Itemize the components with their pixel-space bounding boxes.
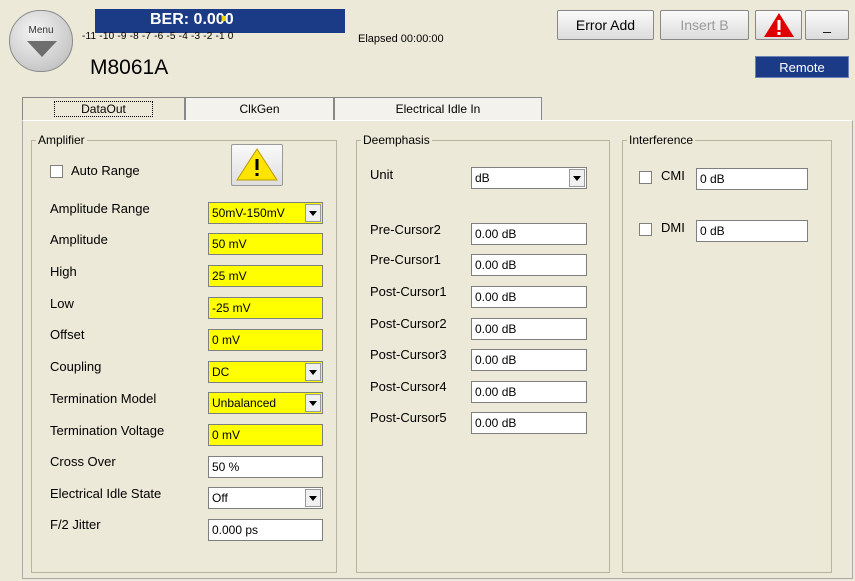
chevron-down-icon [305, 394, 321, 412]
pre-cursor1-label: Pre-Cursor1 [370, 252, 441, 267]
interference-group: Interference [622, 133, 832, 573]
post-cursor5-input[interactable]: 0.00 dB [471, 412, 587, 434]
warning-button[interactable] [231, 144, 283, 186]
pre-cursor2-input[interactable]: 0.00 dB [471, 223, 587, 245]
unit-label: Unit [370, 167, 394, 182]
post-cursor5-label: Post-Cursor5 [370, 410, 447, 425]
chevron-down-icon [305, 363, 321, 381]
insert-b-button[interactable]: Insert B [660, 10, 749, 40]
auto-range-label: Auto Range [71, 163, 140, 178]
electrical-idle-state-select[interactable]: Off [208, 487, 323, 509]
unit-value: dB [475, 171, 490, 185]
menu-button[interactable]: Menu [9, 10, 73, 72]
termination-voltage-input[interactable]: 0 mV [208, 424, 323, 446]
remote-status: Remote [755, 56, 849, 78]
amplitude-range-value: 50mV-150mV [212, 206, 285, 220]
elapsed-time: Elapsed 00:00:00 [358, 33, 444, 45]
termination-model-select[interactable]: Unbalanced [208, 392, 323, 414]
offset-input[interactable]: 0 mV [208, 329, 323, 351]
top-bar: Menu BER: 0.000 -11 -10 -9 -8 -7 -6 -5 -… [0, 0, 855, 92]
cmi-checkbox[interactable] [639, 171, 652, 184]
electrical-idle-state-value: Off [212, 491, 228, 505]
tab-dataout[interactable]: DataOut [22, 97, 185, 122]
post-cursor4-input[interactable]: 0.00 dB [471, 381, 587, 403]
tab-dataout-label: DataOut [54, 101, 153, 117]
amplitude-label: Amplitude [50, 232, 108, 247]
chevron-down-icon [305, 204, 321, 222]
amplifier-legend: Amplifier [38, 133, 85, 147]
high-input[interactable]: 25 mV [208, 265, 323, 287]
deemphasis-legend: Deemphasis [363, 133, 430, 147]
menu-arrow-icon [27, 41, 57, 57]
tab-clkgen[interactable]: ClkGen [185, 97, 334, 121]
chevron-down-icon [569, 169, 585, 187]
post-cursor3-label: Post-Cursor3 [370, 347, 447, 362]
amplitude-input[interactable]: 50 mV [208, 233, 323, 255]
ber-marker-icon [222, 16, 226, 21]
coupling-label: Coupling [50, 359, 102, 374]
amplitude-range-select[interactable]: 50mV-150mV [208, 202, 323, 224]
chevron-down-icon [305, 489, 321, 507]
tab-strip: DataOut ClkGen Electrical Idle In [22, 97, 542, 122]
coupling-value: DC [212, 365, 230, 379]
menu-label: Menu [28, 25, 54, 36]
low-label: Low [50, 296, 74, 311]
ber-scale: -11 -10 -9 -8 -7 -6 -5 -4 -3 -2 -1 0 [82, 31, 234, 42]
termination-model-value: Unbalanced [212, 396, 277, 410]
interference-legend: Interference [629, 133, 694, 147]
cmi-label: CMI [661, 168, 685, 183]
alert-button[interactable] [755, 10, 802, 40]
pre-cursor2-label: Pre-Cursor2 [370, 222, 441, 237]
post-cursor1-input[interactable]: 0.00 dB [471, 286, 587, 308]
pre-cursor1-input[interactable]: 0.00 dB [471, 254, 587, 276]
coupling-select[interactable]: DC [208, 361, 323, 383]
f2-jitter-label: F/2 Jitter [50, 517, 101, 532]
f2-jitter-input[interactable]: 0.000 ps [208, 519, 323, 541]
auto-range-checkbox[interactable] [50, 165, 63, 178]
instrument-model: M8061A [90, 56, 169, 79]
dmi-label: DMI [661, 220, 685, 235]
cmi-input[interactable]: 0 dB [696, 168, 808, 190]
warning-red-icon [764, 13, 794, 37]
post-cursor2-input[interactable]: 0.00 dB [471, 318, 587, 340]
amplitude-range-label: Amplitude Range [50, 201, 150, 216]
termination-model-label: Termination Model [50, 391, 157, 406]
post-cursor2-label: Post-Cursor2 [370, 316, 447, 331]
tab-electrical-idle-in[interactable]: Electrical Idle In [334, 97, 542, 121]
high-label: High [50, 264, 77, 279]
termination-voltage-label: Termination Voltage [50, 423, 165, 438]
dmi-input[interactable]: 0 dB [696, 220, 808, 242]
warning-yellow-icon [236, 148, 278, 181]
low-input[interactable]: -25 mV [208, 297, 323, 319]
post-cursor1-label: Post-Cursor1 [370, 284, 447, 299]
error-add-button[interactable]: Error Add [557, 10, 654, 40]
post-cursor4-label: Post-Cursor4 [370, 379, 447, 394]
dataout-panel: Amplifier Auto Range Amplitude Range 50m… [22, 120, 853, 579]
ber-display: BER: 0.000 [95, 9, 345, 33]
post-cursor3-input[interactable]: 0.00 dB [471, 349, 587, 371]
offset-label: Offset [50, 327, 85, 342]
minimize-button[interactable]: _ [805, 10, 849, 40]
cross-over-label: Cross Over [50, 454, 116, 469]
dmi-checkbox[interactable] [639, 223, 652, 236]
electrical-idle-state-label: Electrical Idle State [50, 486, 162, 501]
unit-select[interactable]: dB [471, 167, 587, 189]
cross-over-input[interactable]: 50 % [208, 456, 323, 478]
